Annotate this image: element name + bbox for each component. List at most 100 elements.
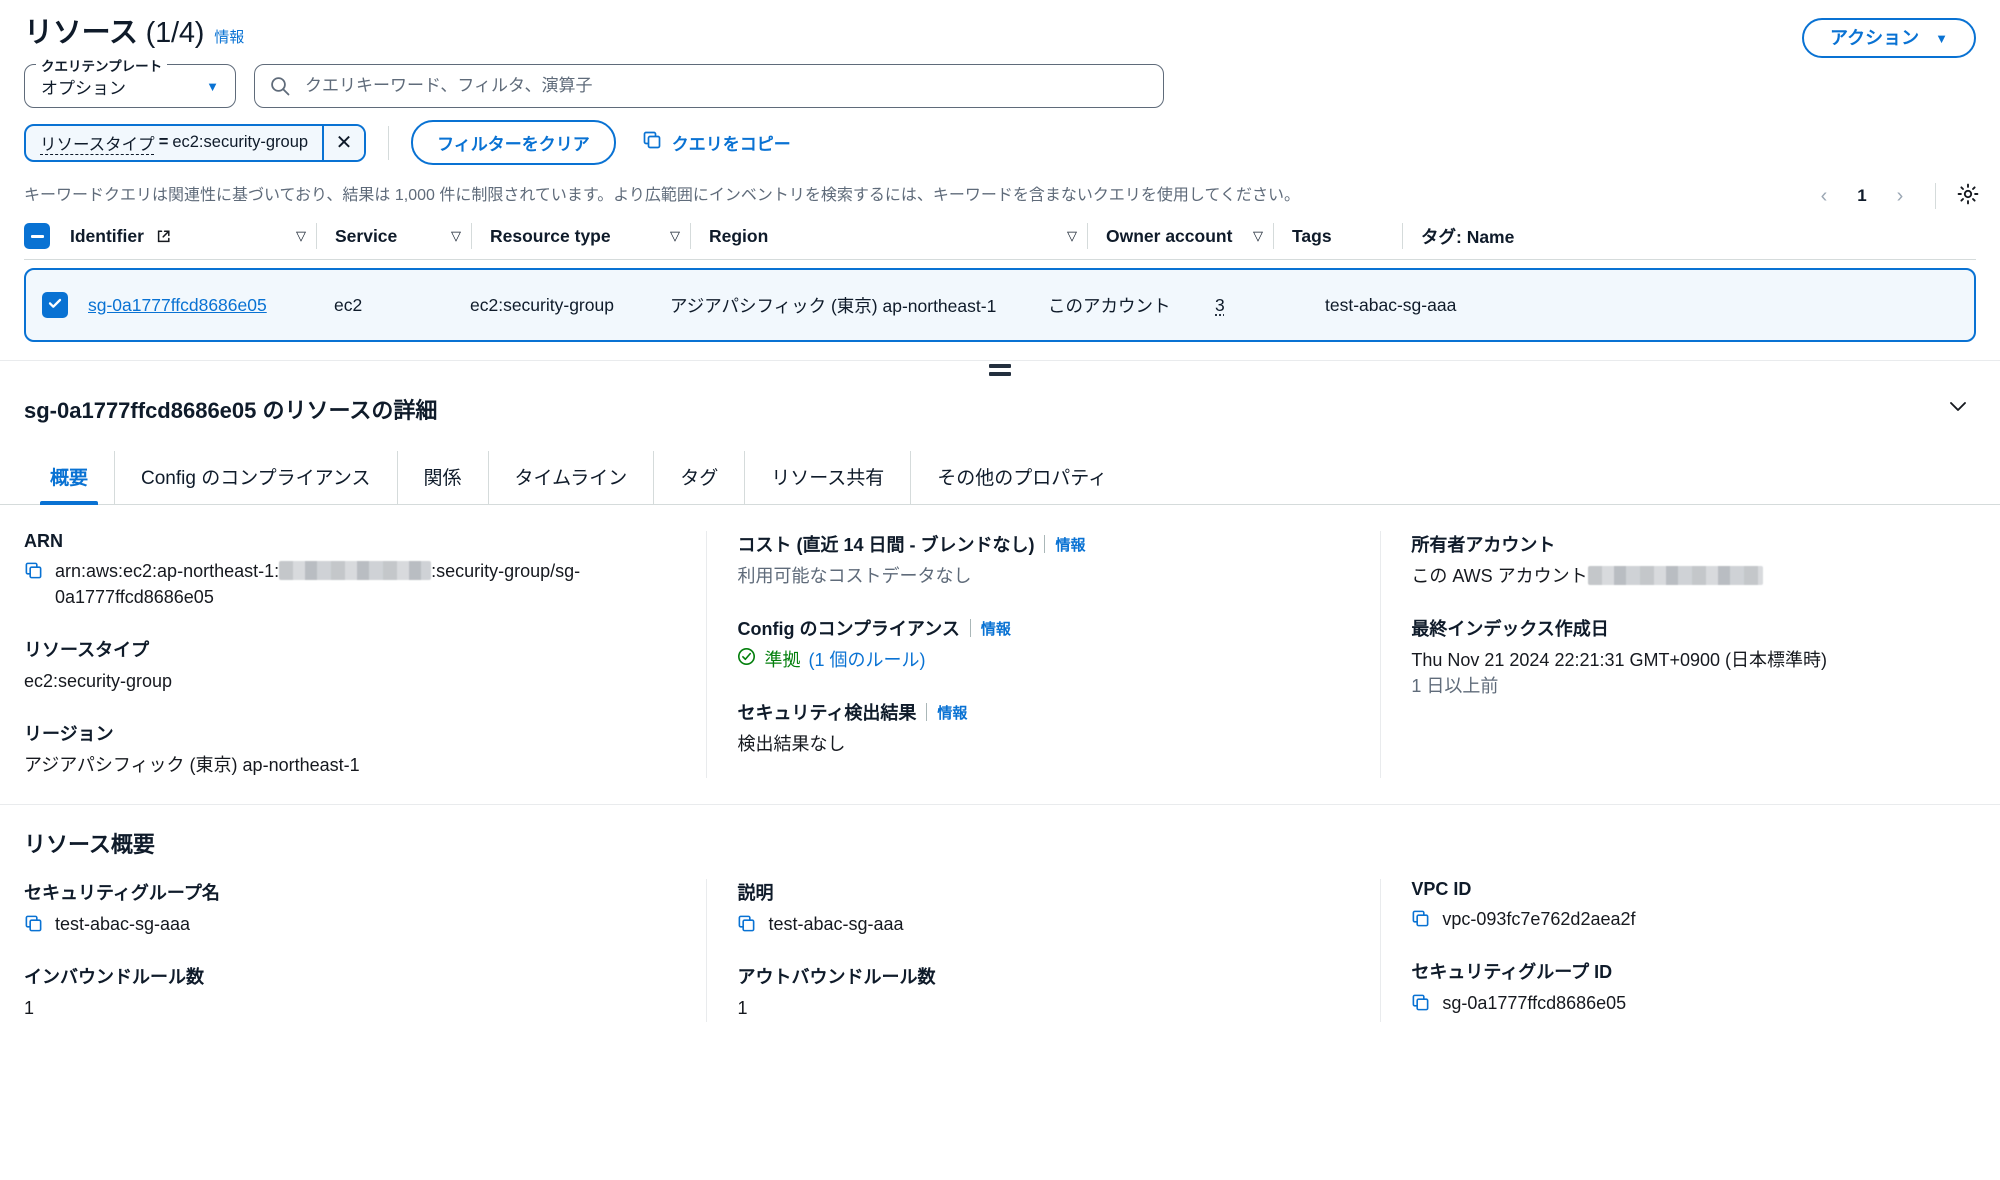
divider xyxy=(1402,223,1403,249)
field-security-findings-value: 検出結果なし xyxy=(737,734,846,755)
tab-tags[interactable]: タグ xyxy=(654,451,746,504)
page-info-link[interactable]: 情報 xyxy=(214,26,244,47)
config-compliance-info-link[interactable]: 情報 xyxy=(981,618,1011,639)
check-icon xyxy=(47,295,63,316)
field-owner-account-prefix: この AWS アカウント xyxy=(1411,566,1588,586)
pagination-page-1[interactable]: 1 xyxy=(1847,186,1877,206)
splitter-drag-handle[interactable] xyxy=(989,364,1011,376)
table-preferences-button[interactable] xyxy=(1954,180,1982,213)
column-header-tag-name-label: タグ: Name xyxy=(1421,226,1515,247)
splitter-bar xyxy=(989,364,1011,368)
clear-filters-button[interactable]: フィルターをクリア xyxy=(411,120,616,165)
tab-timeline[interactable]: タイムライン xyxy=(489,451,655,504)
field-description-value: test-abac-sg-aaa xyxy=(737,911,1350,937)
overview-column-middle: コスト (直近 14 日間 - ブレンドなし) 情報 利用可能なコストデータなし… xyxy=(707,531,1382,779)
divider xyxy=(388,125,390,160)
copy-icon[interactable] xyxy=(737,914,756,933)
search-input[interactable] xyxy=(303,75,1149,97)
field-config-compliance-label: Config のコンプライアンス 情報 xyxy=(737,615,1346,641)
tab-overview[interactable]: 概要 xyxy=(24,451,116,505)
query-template-field: クエリテンプレート オプション ▼ xyxy=(24,55,236,108)
field-inbound-rules-value: 1 xyxy=(24,998,35,1019)
identifier-link[interactable]: sg-0a1777ffcd8686e05 xyxy=(88,295,267,316)
pagination: ‹ 1 › xyxy=(1807,179,1982,213)
column-header-tag-name[interactable]: タグ: Name xyxy=(1421,224,1661,249)
close-icon[interactable]: ✕ xyxy=(322,125,365,160)
notice-row: キーワードクエリは関連性に基づいており、結果は 1,000 件に制限されています… xyxy=(0,165,2000,213)
field-security-findings-label: セキュリティ検出結果 情報 xyxy=(737,699,1346,725)
resource-summary-section: リソース概要 セキュリティグループ名 test-abac-sg-aaa インバウ… xyxy=(0,805,2000,1022)
field-security-group-id-value: sg-0a1777ffcd8686e05 xyxy=(1411,990,1946,1016)
results-notice: キーワードクエリは関連性に基づいており、結果は 1,000 件に制限されています… xyxy=(24,186,1300,204)
compliance-rules-link[interactable]: (1 個のルール) xyxy=(808,647,925,673)
sort-icon[interactable]: ▽ xyxy=(451,228,461,244)
redacted-account-id xyxy=(279,561,432,580)
field-resource-type: リソースタイプ ec2:security-group xyxy=(24,636,672,694)
field-vpc-id-value: vpc-093fc7e762d2aea2f xyxy=(1411,906,1946,932)
detail-panel-collapse-button[interactable] xyxy=(1940,388,1976,429)
divider xyxy=(1044,535,1046,553)
search-box[interactable] xyxy=(254,64,1164,108)
copy-icon[interactable] xyxy=(24,914,43,933)
field-cost-label: コスト (直近 14 日間 - ブレンドなし) 情報 xyxy=(737,531,1346,557)
field-config-compliance-label-text: Config のコンプライアンス xyxy=(737,619,960,640)
security-findings-info-link[interactable]: 情報 xyxy=(937,702,967,723)
column-header-owner-account[interactable]: Owner account ▽ xyxy=(1106,226,1273,247)
search-icon xyxy=(269,75,291,97)
table-header-row: Identifier ▽ Service ▽ Resource type ▽ R… xyxy=(24,223,1976,260)
table-row[interactable]: sg-0a1777ffcd8686e05 ec2 ec2:security-gr… xyxy=(24,268,1976,342)
cell-tags[interactable]: 3 xyxy=(1215,295,1325,316)
cost-info-link[interactable]: 情報 xyxy=(1055,534,1085,555)
field-security-group-name: セキュリティグループ名 test-abac-sg-aaa xyxy=(24,879,676,937)
sort-icon[interactable]: ▽ xyxy=(296,228,306,244)
column-header-service[interactable]: Service ▽ xyxy=(335,226,471,247)
copy-icon[interactable] xyxy=(24,561,43,580)
copy-query-button[interactable]: クエリをコピー xyxy=(642,130,791,155)
field-region-value: アジアパシフィック (東京) ap-northeast-1 xyxy=(24,755,360,776)
detail-panel-header: sg-0a1777ffcd8686e05 のリソースの詳細 xyxy=(0,382,2000,429)
actions-button[interactable]: アクション ▼ xyxy=(1802,18,1976,58)
filter-token[interactable]: リソースタイプ = ec2:security-group ✕ xyxy=(24,123,367,162)
filter-token-row: リソースタイプ = ec2:security-group ✕ フィルターをクリア… xyxy=(0,108,2000,165)
column-header-region[interactable]: Region ▽ xyxy=(709,226,1087,247)
pagination-prev-button[interactable]: ‹ xyxy=(1807,179,1841,213)
divider xyxy=(471,223,472,249)
divider xyxy=(926,703,928,722)
select-all-checkbox[interactable] xyxy=(24,223,50,249)
filter-token-operator: = xyxy=(158,133,169,151)
field-config-compliance: Config のコンプライアンス 情報 準拠 (1 個のルール) xyxy=(737,615,1346,673)
filter-token-key: リソースタイプ xyxy=(40,135,155,154)
copy-icon[interactable] xyxy=(1411,993,1430,1012)
resource-summary-title: リソース概要 xyxy=(24,832,155,858)
row-select-checkbox[interactable] xyxy=(42,292,68,318)
column-header-resource-type[interactable]: Resource type ▽ xyxy=(490,226,690,247)
divider xyxy=(316,223,317,249)
chevron-down-icon: ▼ xyxy=(1935,30,1948,46)
tab-relationships[interactable]: 関係 xyxy=(398,451,489,504)
security-group-id-text: sg-0a1777ffcd8686e05 xyxy=(1442,993,1627,1014)
tab-config-compliance[interactable]: Config のコンプライアンス xyxy=(115,451,398,504)
sort-icon[interactable]: ▽ xyxy=(1253,228,1263,244)
resource-explorer-page: リソース (1/4) 情報 アクション ▼ クエリテンプレート オプション ▼ xyxy=(0,0,2000,1180)
copy-icon[interactable] xyxy=(1411,909,1430,928)
field-region: リージョン アジアパシフィック (東京) ap-northeast-1 xyxy=(24,720,672,778)
column-header-tags[interactable]: Tags xyxy=(1292,226,1402,247)
sort-icon[interactable]: ▽ xyxy=(670,228,680,244)
field-security-group-id-label: セキュリティグループ ID xyxy=(1411,962,1613,983)
pagination-next-button[interactable]: › xyxy=(1883,179,1917,213)
cell-identifier[interactable]: sg-0a1777ffcd8686e05 xyxy=(88,295,334,316)
field-outbound-rules-value: 1 xyxy=(737,998,748,1019)
resource-summary-column-middle: 説明 test-abac-sg-aaa アウトバウンドルール数 1 xyxy=(707,879,1382,1022)
sort-icon[interactable]: ▽ xyxy=(1067,228,1077,244)
field-security-group-name-label: セキュリティグループ名 xyxy=(24,883,220,904)
column-header-identifier[interactable]: Identifier ▽ xyxy=(70,226,316,247)
filter-token-label: リソースタイプ = ec2:security-group xyxy=(26,126,322,160)
tab-resource-sharing[interactable]: リソース共有 xyxy=(745,451,912,504)
panel-splitter xyxy=(0,360,2000,382)
divider xyxy=(1087,223,1088,249)
resources-table: Identifier ▽ Service ▽ Resource type ▽ R… xyxy=(0,213,2000,342)
tab-other-properties[interactable]: その他のプロパティ xyxy=(911,451,1133,504)
tags-count-link[interactable]: 3 xyxy=(1215,295,1225,316)
page-title-count: (1/4) xyxy=(145,17,205,49)
field-outbound-rules: アウトバウンドルール数 1 xyxy=(737,963,1350,1021)
